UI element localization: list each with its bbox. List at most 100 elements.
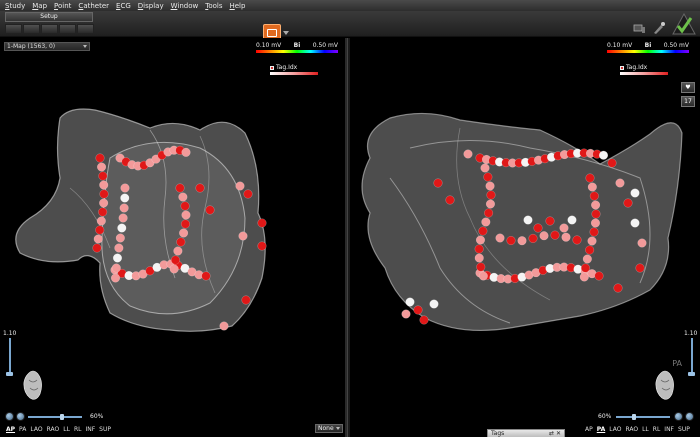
zoom-slider-knob[interactable]	[632, 414, 636, 420]
chevron-down-icon	[83, 45, 87, 48]
zoom-slider[interactable]	[28, 416, 82, 418]
setup-tab[interactable]: Setup	[5, 12, 93, 22]
view-lao[interactable]: LAO	[609, 426, 621, 433]
tool-button-5[interactable]	[77, 24, 94, 34]
tag-point	[615, 178, 625, 188]
heart-view-icon[interactable]: ♥	[681, 82, 695, 93]
colorbar-min: 0.10 mV	[607, 42, 633, 49]
view-pa[interactable]: PA	[19, 426, 26, 433]
opacity-slider[interactable]	[9, 338, 11, 376]
view-pa[interactable]: PA	[597, 426, 606, 433]
menu-catheter[interactable]: Catheter	[78, 2, 109, 10]
tag-point	[119, 203, 129, 213]
tool-button-3[interactable]	[41, 24, 58, 34]
right-map-panel[interactable]: 0.10 mV Bi 0.50 mV Tag.Idx ♥ 17 1.10 PA 60…	[350, 38, 700, 437]
scale-value: 1.10	[684, 330, 698, 337]
view-inf[interactable]: INF	[664, 426, 674, 433]
tag-point	[545, 216, 555, 226]
tag-point	[445, 195, 455, 205]
tag-point	[539, 231, 549, 241]
colorbar-max: 0.50 mV	[312, 42, 338, 49]
body-orientation-icon[interactable]	[652, 368, 678, 404]
rotate-icon[interactable]	[5, 412, 14, 421]
tag-point	[559, 223, 569, 233]
tag-point	[241, 295, 251, 305]
setup-tool-row	[5, 24, 94, 34]
view-ll[interactable]: LL	[642, 426, 649, 433]
tag-point	[96, 216, 106, 226]
menu-study[interactable]: Study	[5, 2, 25, 10]
tool-button-1[interactable]	[5, 24, 22, 34]
zoom-slider-knob[interactable]	[60, 414, 64, 420]
tag-point	[181, 147, 191, 157]
view-rao[interactable]: RAO	[47, 426, 60, 433]
chevron-down-icon[interactable]	[283, 31, 289, 35]
tag-point	[517, 236, 527, 246]
tag-point	[179, 228, 189, 238]
colorbar-max: 0.50 mV	[663, 42, 689, 49]
checkmark-triangle-icon[interactable]	[672, 13, 696, 35]
menu-help[interactable]: Help	[229, 2, 245, 10]
view-inf[interactable]: INF	[85, 426, 95, 433]
tag-point	[111, 263, 121, 273]
tool-button-4[interactable]	[59, 24, 76, 34]
tag-point	[476, 262, 486, 272]
tag-point	[235, 181, 245, 191]
menu-tools[interactable]: Tools	[205, 2, 222, 10]
view-buttons: AP PA LAO RAO LL RL INF SUP	[6, 426, 111, 433]
tag-point	[115, 233, 125, 243]
tag-point	[176, 237, 186, 247]
monitor-icon[interactable]	[632, 21, 646, 35]
rotate-icon[interactable]	[674, 412, 683, 421]
view-lao[interactable]: LAO	[30, 426, 42, 433]
pen-icon[interactable]	[652, 21, 666, 35]
tag-point	[580, 263, 591, 273]
view-rl[interactable]: RL	[653, 426, 661, 433]
pan-icon[interactable]	[685, 412, 694, 421]
filter-select[interactable]: None	[315, 424, 343, 433]
map-select[interactable]: 1-Map (1563, 0)	[4, 42, 90, 51]
menu-point[interactable]: Point	[54, 2, 71, 10]
tag-point	[95, 153, 105, 163]
opacity-slider-knob[interactable]	[6, 372, 13, 376]
menu-ecg[interactable]: ECG	[116, 2, 131, 10]
view-sup[interactable]: SUP	[99, 426, 111, 433]
colorbar-min: 0.10 mV	[256, 42, 282, 49]
body-orientation-icon[interactable]	[20, 368, 46, 404]
tag-point	[95, 225, 105, 235]
opacity-slider-knob[interactable]	[688, 372, 695, 376]
tag-point	[98, 207, 108, 217]
menu-window[interactable]: Window	[171, 2, 199, 10]
left-map-panel[interactable]: 1-Map (1563, 0) 0.10 mV Bi 0.50 mV Tag.Idx…	[0, 38, 347, 437]
tag-point	[401, 309, 411, 319]
tag-point	[257, 241, 267, 251]
left-3d-map[interactable]	[0, 38, 347, 437]
tag-point	[630, 188, 640, 198]
side-counter[interactable]: 17	[681, 96, 695, 107]
view-rl[interactable]: RL	[74, 426, 82, 433]
view-sup[interactable]: SUP	[678, 426, 690, 433]
tag-point	[405, 297, 415, 307]
view-ap[interactable]: AP	[585, 426, 593, 433]
tags-tab[interactable]: Tags ⇄ ✕	[487, 429, 565, 437]
zoom-slider[interactable]	[616, 416, 670, 418]
view-rao[interactable]: RAO	[625, 426, 638, 433]
opacity-slider[interactable]	[691, 338, 693, 376]
view-ap[interactable]: AP	[6, 426, 15, 433]
view-controls	[5, 412, 25, 421]
pan-icon[interactable]	[16, 412, 25, 421]
map-select-label: 1-Map (1563, 0)	[7, 43, 56, 50]
menu-display[interactable]: Display	[138, 2, 164, 10]
dock-icon[interactable]: ⇄ ✕	[549, 430, 561, 437]
tag-swatch-icon	[270, 65, 274, 70]
opacity-scale: 1.10	[3, 328, 17, 337]
view-ll[interactable]: LL	[63, 426, 70, 433]
tag-point	[92, 243, 102, 253]
menu-map[interactable]: Map	[32, 2, 47, 10]
right-3d-map[interactable]	[350, 38, 700, 437]
tag-point	[169, 264, 179, 274]
tag-point	[117, 223, 127, 233]
tag-point	[413, 305, 423, 315]
tag-point	[550, 230, 560, 240]
tool-button-2[interactable]	[23, 24, 40, 34]
